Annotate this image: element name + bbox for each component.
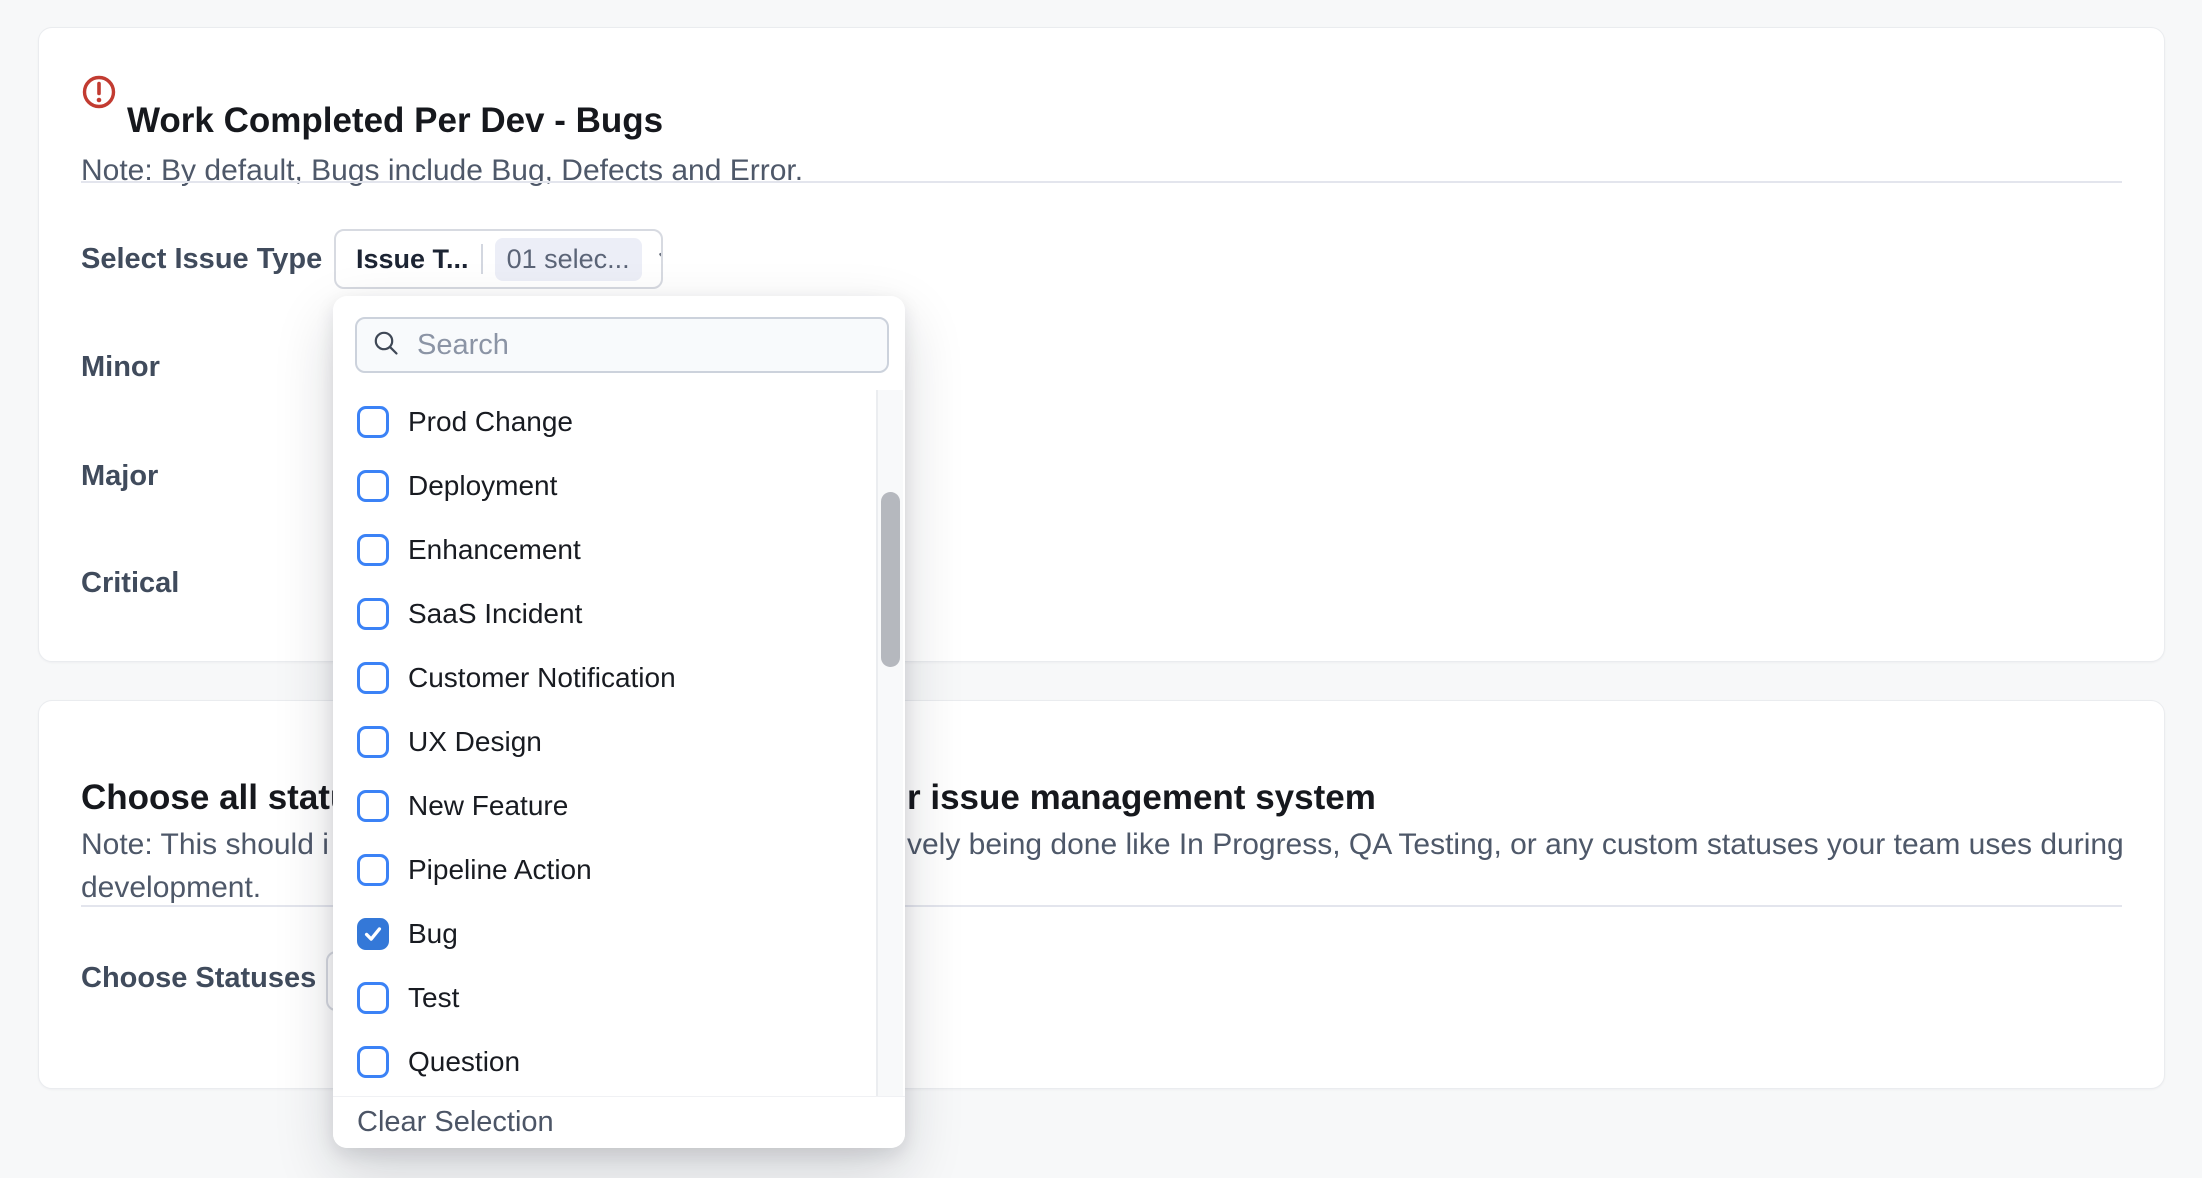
checkbox[interactable] bbox=[357, 470, 389, 502]
severity-label-critical: Critical bbox=[81, 563, 179, 603]
dropdown-option-label: Pipeline Action bbox=[408, 854, 592, 886]
chevron-down-icon bbox=[654, 244, 663, 275]
settings-page: Work Completed Per Dev - Bugs Note: By d… bbox=[0, 0, 2202, 1178]
dropdown-option-label: Question bbox=[408, 1046, 520, 1078]
severity-label-minor: Minor bbox=[81, 347, 160, 387]
search-input[interactable] bbox=[415, 328, 873, 363]
checkbox[interactable] bbox=[357, 726, 389, 758]
dropdown-option[interactable]: Bug bbox=[333, 902, 876, 966]
dropdown-option-label: Deployment bbox=[408, 470, 557, 502]
dropdown-option-label: Test bbox=[408, 982, 459, 1014]
issue-type-dropdown-trigger[interactable]: Issue T... 01 selec... bbox=[334, 229, 663, 289]
dropdown-option[interactable]: New Feature bbox=[333, 774, 876, 838]
dropdown-option[interactable]: Deployment bbox=[333, 454, 876, 518]
trigger-separator bbox=[481, 244, 483, 274]
checkbox[interactable] bbox=[357, 1046, 389, 1078]
checkbox[interactable] bbox=[357, 854, 389, 886]
issue-type-dropdown-panel: Prod Change Deployment Enhancement SaaS … bbox=[333, 296, 905, 1148]
severity-label-major: Major bbox=[81, 456, 158, 496]
alert-icon bbox=[81, 74, 117, 110]
checkbox[interactable] bbox=[357, 598, 389, 630]
dropdown-list: Prod Change Deployment Enhancement SaaS … bbox=[333, 390, 876, 1096]
dropdown-option[interactable]: UX Design bbox=[333, 710, 876, 774]
scrollbar-thumb[interactable] bbox=[881, 492, 900, 667]
checkbox[interactable] bbox=[357, 406, 389, 438]
dropdown-option[interactable]: Test bbox=[333, 966, 876, 1030]
card-note-line2: development. bbox=[81, 869, 261, 907]
card-note-end: vely being done like In Progress, QA Tes… bbox=[907, 826, 2124, 864]
card-note: Note: By default, Bugs include Bug, Defe… bbox=[81, 152, 803, 190]
dropdown-option-label: New Feature bbox=[408, 790, 568, 822]
dropdown-option[interactable]: Question bbox=[333, 1030, 876, 1094]
dropdown-option[interactable]: Customer Notification bbox=[333, 646, 876, 710]
search-box bbox=[355, 317, 889, 373]
dropdown-option[interactable]: Pipeline Action bbox=[333, 838, 876, 902]
select-issue-type-label: Select Issue Type bbox=[81, 239, 322, 279]
dropdown-option-label: UX Design bbox=[408, 726, 542, 758]
dropdown-option-label: Bug bbox=[408, 918, 458, 950]
search-icon bbox=[371, 328, 401, 363]
card-title-end: r issue management system bbox=[907, 776, 1376, 820]
checkbox[interactable] bbox=[357, 662, 389, 694]
clear-selection-button[interactable]: Clear Selection bbox=[357, 1106, 554, 1139]
dropdown-option[interactable]: SaaS Incident bbox=[333, 582, 876, 646]
dropdown-footer: Clear Selection bbox=[333, 1096, 905, 1148]
choose-statuses-label: Choose Statuses bbox=[81, 958, 316, 998]
checkbox[interactable] bbox=[357, 534, 389, 566]
trigger-label: Issue T... bbox=[356, 244, 469, 275]
dropdown-option-label: SaaS Incident bbox=[408, 598, 582, 630]
dropdown-option-label: Customer Notification bbox=[408, 662, 676, 694]
dropdown-option[interactable]: Enhancement bbox=[333, 518, 876, 582]
card-title-start: Choose all statu bbox=[81, 776, 351, 820]
card-note-start: Note: This should i bbox=[81, 826, 329, 864]
checkbox[interactable] bbox=[357, 790, 389, 822]
dropdown-option-label: Prod Change bbox=[408, 406, 573, 438]
dropdown-option[interactable]: Prod Change bbox=[333, 390, 876, 454]
checkbox[interactable] bbox=[357, 918, 389, 950]
checkbox[interactable] bbox=[357, 982, 389, 1014]
divider bbox=[81, 181, 2122, 183]
dropdown-option-label: Enhancement bbox=[408, 534, 581, 566]
selection-count-pill: 01 selec... bbox=[495, 238, 642, 281]
card-title: Work Completed Per Dev - Bugs bbox=[127, 99, 663, 143]
